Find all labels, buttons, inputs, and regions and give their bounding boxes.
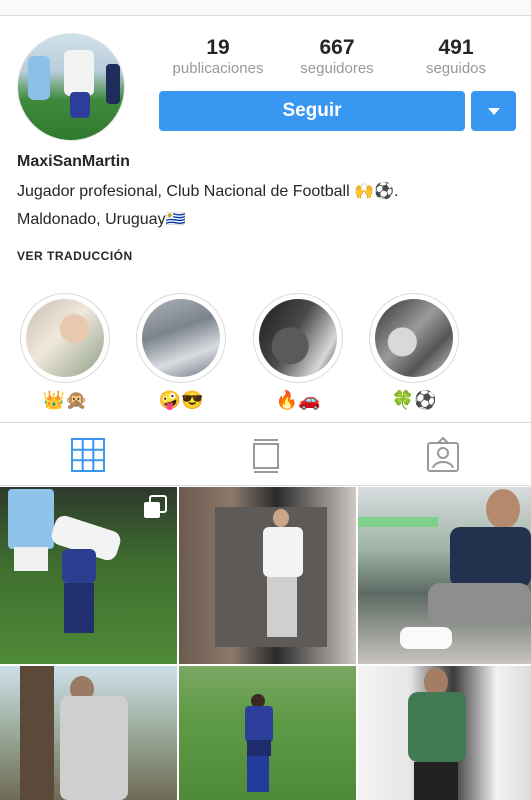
status-bar — [0, 0, 531, 16]
highlight-1[interactable] — [20, 293, 110, 383]
grid-icon — [71, 438, 105, 472]
tagged-person-icon — [427, 436, 459, 472]
stat-following-label: seguidos — [425, 60, 487, 77]
highlight-4-caption: 🍀⚽ — [391, 390, 437, 410]
post-thumbnail[interactable] — [358, 666, 531, 800]
highlight-2-caption: 🤪😎 — [158, 390, 204, 410]
highlight-2[interactable] — [136, 293, 226, 383]
stat-followers-label: seguidores — [300, 60, 374, 77]
stat-followers-count: 667 — [319, 36, 355, 59]
tab-grid[interactable] — [70, 437, 106, 473]
highlight-3[interactable] — [253, 293, 343, 383]
highlight-1-caption: 👑🙊 — [42, 390, 88, 410]
tab-feed[interactable] — [248, 437, 284, 473]
highlight-4-image — [375, 299, 453, 377]
post-thumbnail[interactable] — [0, 487, 177, 664]
post-thumbnail[interactable] — [179, 666, 356, 800]
feed-icon — [253, 439, 279, 473]
multiple-photos-icon — [144, 495, 167, 518]
post-thumbnail[interactable] — [179, 487, 356, 664]
profile-username: MaxiSanMartin — [17, 153, 130, 170]
tab-tagged[interactable] — [425, 436, 461, 473]
stat-posts-label: publicaciones — [172, 60, 264, 77]
stat-posts[interactable]: 19 publicaciones — [163, 36, 273, 78]
profile-tabs — [0, 422, 531, 486]
bio-location: Maldonado, Uruguay🇺🇾 — [17, 211, 186, 228]
follow-button[interactable]: Seguir — [159, 91, 465, 131]
stat-followers[interactable]: 667 seguidores — [282, 36, 392, 78]
highlight-2-image — [142, 299, 220, 377]
highlight-3-caption: 🔥🚗 — [275, 390, 321, 410]
stat-posts-count: 19 — [206, 36, 230, 59]
post-thumbnail[interactable] — [0, 666, 177, 800]
post-thumbnail[interactable] — [358, 487, 531, 664]
suggestions-dropdown-button[interactable] — [471, 91, 516, 131]
highlight-1-image — [26, 299, 104, 377]
highlight-4[interactable] — [369, 293, 459, 383]
bio-line: Jugador profesional, Club Nacional de Fo… — [17, 183, 399, 200]
chevron-down-icon — [487, 107, 500, 115]
highlight-3-image — [259, 299, 337, 377]
stat-following-count: 491 — [438, 36, 474, 59]
profile-avatar[interactable] — [17, 33, 125, 141]
see-translation-link[interactable]: VER TRADUCCIÓN — [17, 249, 133, 263]
stat-following[interactable]: 491 seguidos — [401, 36, 511, 78]
